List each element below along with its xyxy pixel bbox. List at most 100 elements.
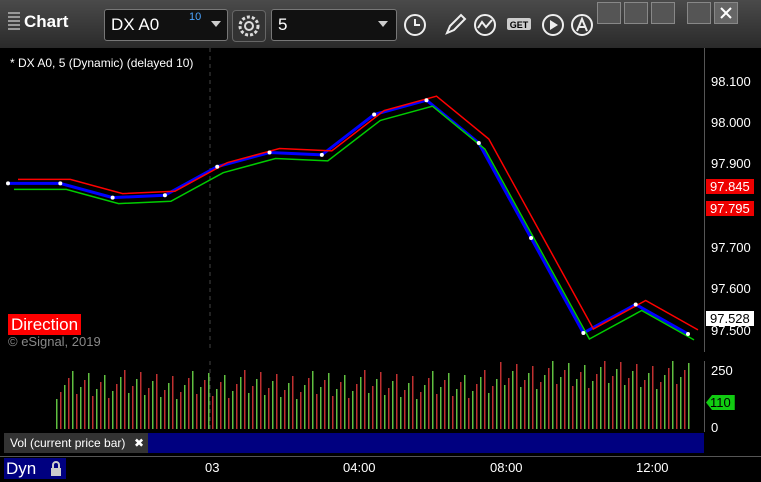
volume-bar xyxy=(328,373,330,429)
volume-bar xyxy=(496,379,498,429)
volume-bar xyxy=(452,396,454,429)
volume-bar xyxy=(504,385,506,429)
volume-bar xyxy=(288,383,290,429)
volume-bar xyxy=(164,390,166,429)
volume-bar xyxy=(620,362,622,429)
volume-bar xyxy=(528,373,530,429)
interval-value: 5 xyxy=(278,15,288,34)
svg-text:GET: GET xyxy=(510,20,529,30)
volume-bar xyxy=(280,397,282,429)
volume-tab[interactable]: Vol (current price bar) ✖ xyxy=(4,433,148,453)
volume-bar xyxy=(308,378,310,429)
volume-bar xyxy=(212,396,214,429)
volume-bar xyxy=(388,388,390,429)
volume-bar xyxy=(208,373,210,429)
volume-bar xyxy=(156,374,158,429)
volume-bar xyxy=(596,374,598,429)
volume-bar xyxy=(440,387,442,429)
volume-bar xyxy=(368,393,370,429)
volume-bar xyxy=(488,393,490,429)
volume-bar xyxy=(76,394,78,429)
volume-bar xyxy=(492,386,494,429)
draw-button[interactable] xyxy=(440,10,470,40)
volume-bar xyxy=(400,397,402,429)
volume-bar xyxy=(340,382,342,429)
volume-bar xyxy=(284,390,286,429)
volume-bar xyxy=(152,381,154,429)
volume-bar xyxy=(176,399,178,429)
volume-bar xyxy=(632,371,634,429)
direction-label: Direction xyxy=(8,314,82,335)
lock-icon xyxy=(51,461,61,476)
volume-bar xyxy=(444,380,446,429)
studies-button[interactable] xyxy=(472,10,502,40)
volume-bar xyxy=(268,388,270,429)
clock-button[interactable] xyxy=(400,10,430,40)
price-point xyxy=(110,195,115,200)
volume-bar xyxy=(604,360,606,429)
volume-bar xyxy=(220,382,222,429)
volume-bar xyxy=(316,394,318,429)
price-line xyxy=(8,98,689,336)
maximize-button[interactable] xyxy=(687,2,711,24)
chevron-down-icon[interactable] xyxy=(378,21,388,27)
volume-bar xyxy=(300,392,302,429)
interval-select[interactable]: 5 xyxy=(271,9,397,41)
volume-bar xyxy=(336,389,338,429)
volume-bar xyxy=(564,370,566,429)
close-icon[interactable]: ✖ xyxy=(134,433,144,453)
volume-bar xyxy=(100,382,102,429)
chevron-down-icon[interactable] xyxy=(211,21,221,27)
volume-bar xyxy=(628,378,630,429)
grip-icon[interactable] xyxy=(8,12,20,32)
volume-bar xyxy=(456,389,458,429)
volume-bar xyxy=(320,387,322,429)
price-point xyxy=(633,302,638,307)
volume-axis[interactable]: 250 110 0 xyxy=(704,361,761,435)
volume-tag: 110 xyxy=(706,395,735,410)
time-tick: 04:00 xyxy=(343,460,376,475)
volume-bar xyxy=(516,364,518,429)
volume-bar xyxy=(576,379,578,429)
volume-bar xyxy=(480,377,482,429)
volume-bar xyxy=(568,363,570,429)
volume-bar xyxy=(580,372,582,429)
play-button[interactable] xyxy=(538,10,568,40)
price-chart[interactable] xyxy=(4,48,704,352)
close-button[interactable] xyxy=(714,2,738,24)
restore-button[interactable] xyxy=(597,2,621,24)
volume-bar xyxy=(244,370,246,429)
volume-chart[interactable] xyxy=(4,360,704,432)
alert-button[interactable] xyxy=(568,10,598,40)
volume-bar xyxy=(384,395,386,429)
volume-bar xyxy=(344,375,346,429)
get-button[interactable]: GET xyxy=(505,10,535,40)
price-point xyxy=(476,141,481,145)
price-axis[interactable]: 98.100 98.000 97.900 97.700 97.600 97.50… xyxy=(704,48,761,352)
volume-bar xyxy=(468,398,470,429)
settings-button[interactable] xyxy=(232,10,266,42)
get-icon: GET xyxy=(507,18,531,30)
volume-bar xyxy=(216,389,218,429)
dyn-label: Dyn xyxy=(6,459,37,478)
volume-bar xyxy=(420,392,422,429)
volume-bar xyxy=(160,397,162,429)
price-point xyxy=(267,150,272,155)
volume-bar xyxy=(180,392,182,429)
dyn-button[interactable]: Dyn xyxy=(4,458,66,479)
volume-bar xyxy=(636,364,638,429)
symbol-input[interactable]: DX A0 10 xyxy=(104,9,228,41)
gear-icon xyxy=(238,15,260,37)
price-point xyxy=(162,193,167,198)
volume-bar xyxy=(376,379,378,429)
price-tick: 97.600 xyxy=(711,281,751,296)
tile-button[interactable] xyxy=(651,2,675,24)
volume-bar xyxy=(584,365,586,429)
volume-bar xyxy=(664,375,666,429)
volume-bar xyxy=(272,381,274,429)
price-point xyxy=(529,236,534,240)
link-button[interactable] xyxy=(624,2,648,24)
alert-icon xyxy=(571,14,593,36)
volume-bar xyxy=(540,382,542,429)
volume-bar xyxy=(508,378,510,429)
